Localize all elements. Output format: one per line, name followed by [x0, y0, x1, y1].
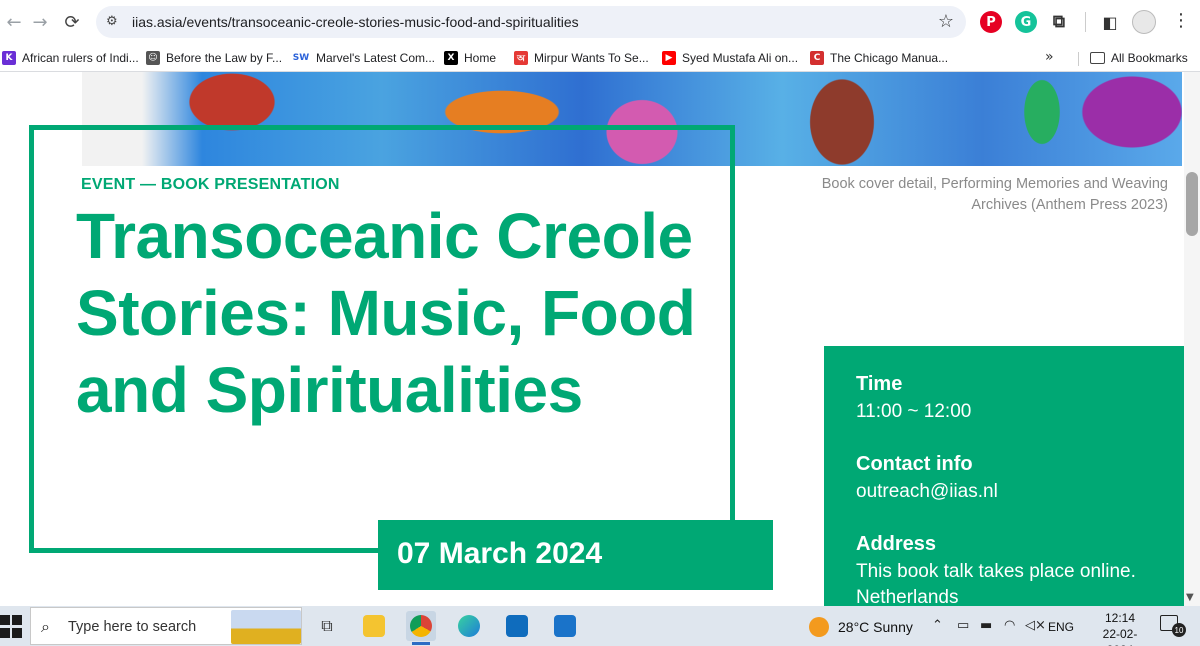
page-title: Transoceanic Creole Stories: Music, Food…: [76, 200, 696, 426]
time-group: Time 11:00 ~ 12:00: [856, 372, 1200, 425]
pinterest-extension-icon[interactable]: P: [980, 11, 1002, 33]
forward-icon[interactable]: →: [28, 10, 52, 34]
bookmark-item[interactable]: ☺ Before the Law by F...: [146, 49, 282, 67]
search-icon: ⌕: [41, 617, 50, 636]
address-country: Netherlands: [856, 587, 959, 606]
scroll-down-arrow-icon[interactable]: ▼: [1186, 592, 1194, 603]
more-bookmarks-chevron-icon[interactable]: »: [1045, 49, 1054, 65]
search-highlight-image: [231, 610, 301, 644]
bookmark-label: Syed Mustafa Ali on...: [682, 51, 799, 65]
search-placeholder: Type here to search: [68, 619, 197, 635]
back-icon[interactable]: ←: [2, 10, 26, 34]
notification-count: 10: [1172, 623, 1186, 637]
task-view-icon[interactable]: ⧉: [312, 611, 342, 641]
address-group: Address This book talk takes place onlin…: [856, 532, 1200, 606]
sw-icon: SW: [292, 53, 310, 63]
c-red-icon: C: [810, 51, 824, 65]
bookmark-label: The Chicago Manua...: [830, 51, 949, 65]
volume-muted-icon[interactable]: ◁×: [1025, 618, 1046, 633]
outlook-icon[interactable]: [502, 611, 532, 641]
weather-text[interactable]: 28°C Sunny: [838, 619, 913, 635]
taskbar-search[interactable]: ⌕ Type here to search: [30, 607, 302, 645]
address-label: Address: [856, 533, 937, 555]
browser-toolbar: ← → ⟳ ⚙ iias.asia/events/transoceanic-cr…: [0, 0, 1200, 44]
bookmark-item[interactable]: SW Marvel's Latest Com...: [292, 49, 435, 67]
bookmark-item[interactable]: অ Mirpur Wants To Se...: [514, 49, 649, 67]
folder-icon: [1090, 52, 1105, 64]
address-bar[interactable]: ⚙ iias.asia/events/transoceanic-creole-s…: [96, 6, 966, 38]
reload-icon[interactable]: ⟳: [60, 10, 84, 34]
portrait-icon: ☺: [146, 51, 160, 65]
x-logo-icon: X: [444, 51, 458, 65]
device-icon[interactable]: ▭: [957, 618, 969, 633]
windows-start-icon[interactable]: [0, 614, 24, 638]
wifi-icon[interactable]: ◠: [1004, 618, 1015, 633]
event-date: 07 March 2024: [378, 520, 773, 590]
bookmark-label: Home: [464, 51, 497, 65]
time-label: Time: [856, 373, 903, 395]
page-content: Book cover detail, Performing Memories a…: [0, 72, 1200, 606]
bookmark-label: African rulers of Indi...: [22, 51, 139, 65]
purple-k-icon: K: [2, 51, 16, 65]
taskbar: ⌕ Type here to search ⧉ 28°C Sunny ⌃ ▭ ▬…: [0, 606, 1200, 646]
youtube-icon: ▶: [662, 51, 676, 65]
bookmark-label: Before the Law by F...: [166, 51, 283, 65]
bookmark-item[interactable]: ▶ Syed Mustafa Ali on...: [662, 49, 798, 67]
address-bar-url[interactable]: iias.asia/events/transoceanic-creole-sto…: [132, 14, 579, 30]
bookmark-label: Mirpur Wants To Se...: [534, 51, 649, 65]
profile-avatar[interactable]: [1132, 10, 1156, 34]
tray-chevron-up-icon[interactable]: ⌃: [932, 618, 943, 633]
edge-icon[interactable]: [454, 611, 484, 641]
clock[interactable]: 12:14 22-02-2024: [1092, 610, 1148, 646]
battery-icon[interactable]: ▬: [980, 618, 992, 633]
side-panel-icon[interactable]: ◧: [1099, 11, 1121, 33]
scrollbar[interactable]: [1184, 72, 1200, 606]
clock-time: 12:14: [1104, 611, 1136, 625]
bookmarks-bar: K African rulers of Indi... ☺ Before the…: [0, 44, 1200, 72]
scrollbar-thumb[interactable]: [1186, 172, 1198, 236]
extensions-puzzle-icon[interactable]: ⧉: [1048, 11, 1070, 33]
all-bookmarks-button[interactable]: All Bookmarks: [1090, 49, 1188, 67]
toolbar-divider: [1085, 12, 1086, 32]
language-indicator[interactable]: ENG: [1048, 620, 1074, 634]
contact-label: Contact info: [856, 453, 973, 475]
all-bookmarks-label: All Bookmarks: [1111, 51, 1188, 65]
file-explorer-icon[interactable]: [359, 611, 389, 641]
bookmark-item[interactable]: C The Chicago Manua...: [810, 49, 948, 67]
address-value: This book talk takes place online.: [856, 561, 1136, 582]
contact-email-link[interactable]: outreach@iias.nl: [856, 479, 1200, 505]
bookmarks-divider: [1078, 52, 1079, 66]
image-caption: Book cover detail, Performing Memories a…: [821, 176, 1168, 213]
bengali-news-icon: অ: [514, 51, 528, 65]
clock-date: 22-02-2024: [1102, 627, 1138, 646]
contact-group: Contact info outreach@iias.nl: [856, 452, 1200, 505]
bookmark-label: Marvel's Latest Com...: [316, 51, 435, 65]
chrome-icon[interactable]: [406, 611, 436, 645]
bookmark-star-icon[interactable]: ☆: [938, 11, 954, 32]
site-info-icon[interactable]: ⚙: [106, 14, 122, 30]
bookmark-item[interactable]: K African rulers of Indi...: [2, 49, 139, 67]
event-info-panel: Time 11:00 ~ 12:00 Contact info outreach…: [824, 346, 1200, 606]
notification-icon[interactable]: 10: [1160, 615, 1186, 637]
sun-icon[interactable]: [809, 617, 829, 637]
time-value: 11:00 ~ 12:00: [856, 401, 972, 422]
event-kicker: EVENT — BOOK PRESENTATION: [81, 176, 340, 193]
bookmark-item[interactable]: X Home: [444, 49, 496, 67]
browser-menu-icon[interactable]: ⋮: [1172, 10, 1190, 31]
mail-icon[interactable]: [550, 611, 580, 641]
grammarly-extension-icon[interactable]: G: [1015, 11, 1037, 33]
